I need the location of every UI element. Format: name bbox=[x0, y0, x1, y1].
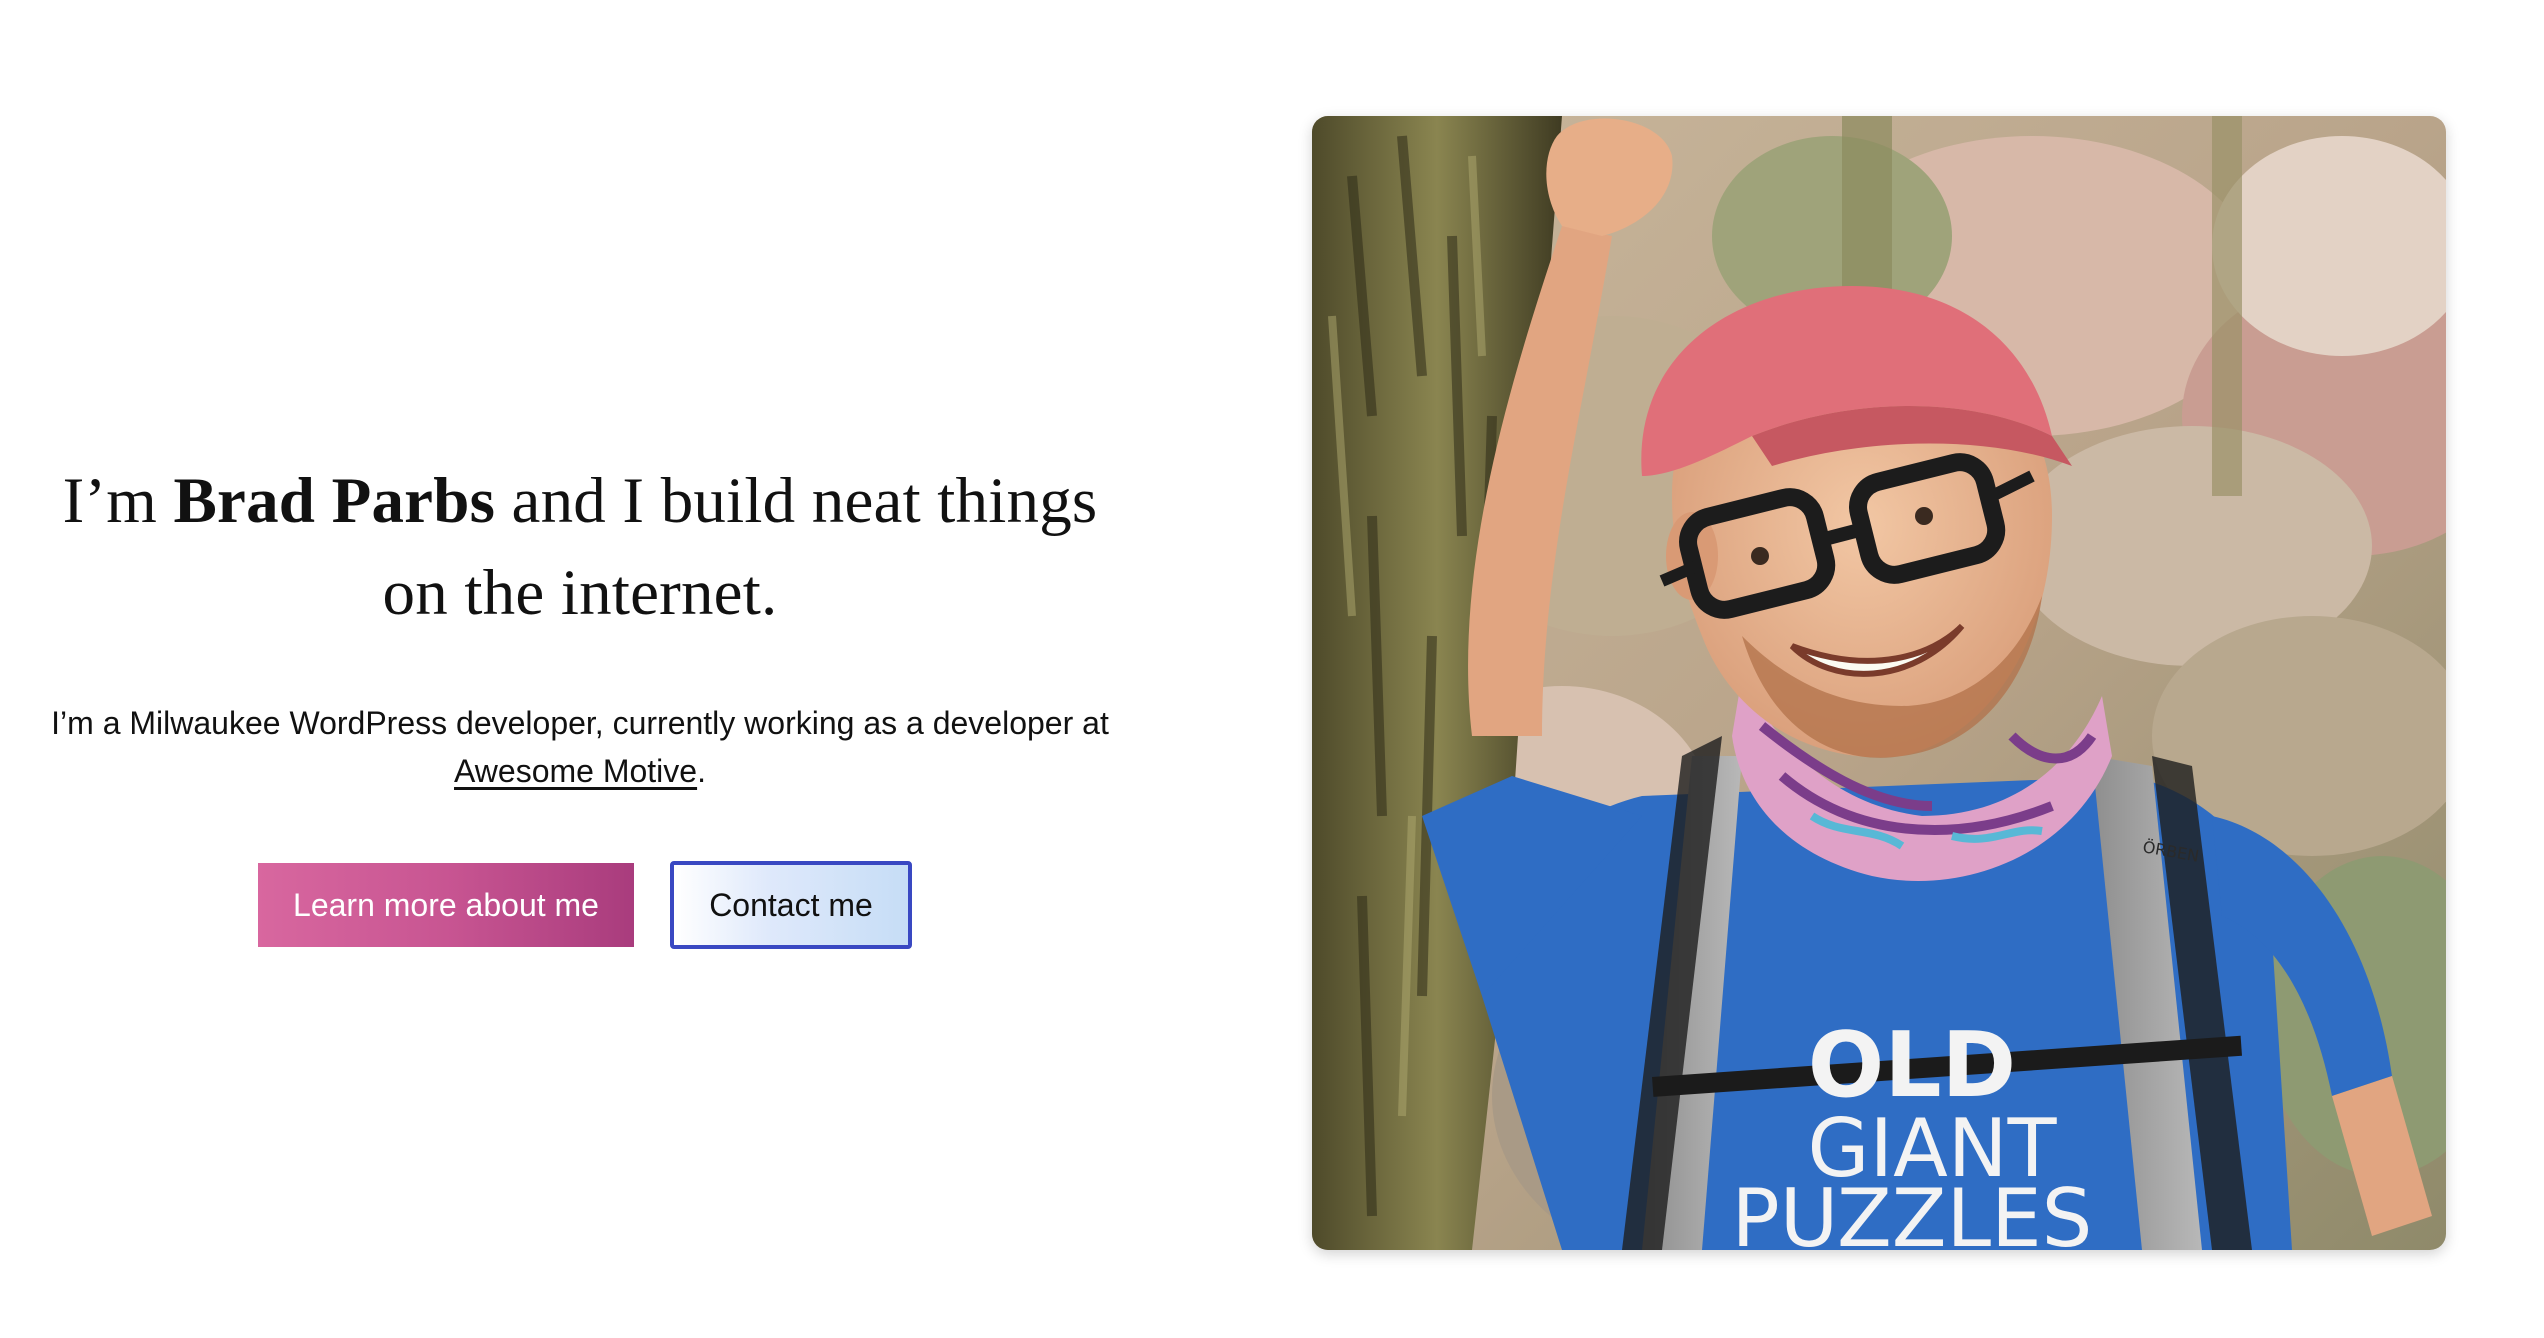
hero-intro: I’m a Milwaukee WordPress developer, cur… bbox=[40, 699, 1120, 795]
intro-prefix: I’m a Milwaukee WordPress developer, cur… bbox=[51, 705, 1109, 741]
awesome-motive-link[interactable]: Awesome Motive bbox=[454, 753, 697, 789]
headline-name: Brad Parbs bbox=[173, 465, 496, 537]
contact-button[interactable]: Contact me bbox=[670, 861, 912, 949]
profile-photo-illustration: OLD GIANT PUZZLES ÖRBEN bbox=[1312, 116, 2446, 1250]
profile-photo: OLD GIANT PUZZLES ÖRBEN bbox=[1312, 116, 2446, 1250]
hero-section: I’m Brad Parbs and I build neat things o… bbox=[40, 455, 1120, 949]
page: I’m Brad Parbs and I build neat things o… bbox=[0, 0, 2544, 1338]
headline-prefix: I’m bbox=[62, 465, 174, 537]
learn-more-button[interactable]: Learn more about me bbox=[258, 863, 634, 947]
hero-buttons: Learn more about me Contact me bbox=[40, 861, 1120, 949]
intro-suffix: . bbox=[697, 753, 706, 789]
shirt-text-bottom: PUZZLES bbox=[1732, 1172, 2093, 1250]
hero-headline: I’m Brad Parbs and I build neat things o… bbox=[40, 455, 1120, 639]
